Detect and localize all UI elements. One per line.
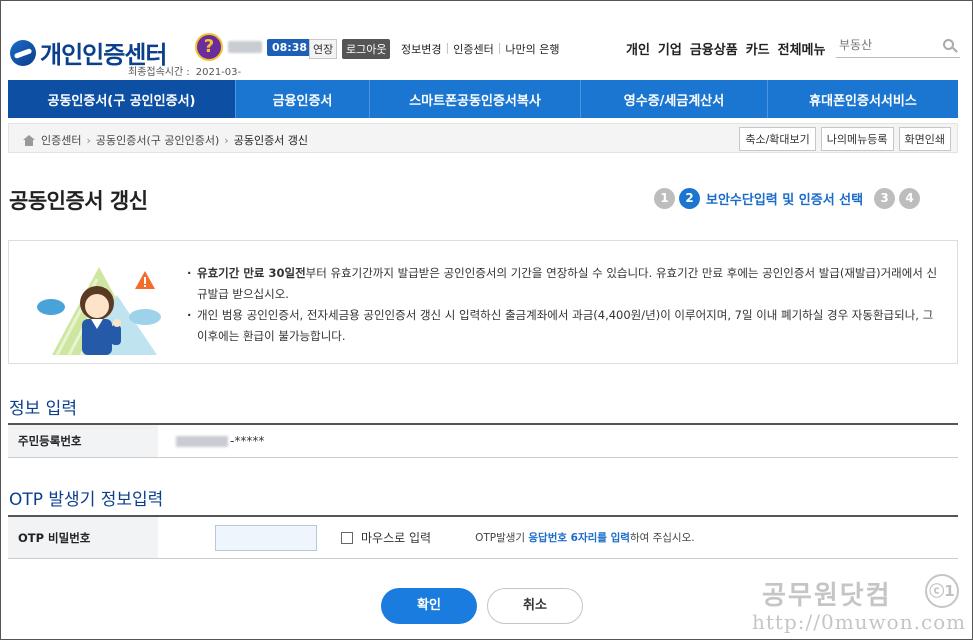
step-4: 4 — [899, 188, 921, 209]
customer-service-illustration — [37, 267, 161, 356]
main-nav: 공동인증서(구 공인인증서) 금융인증서 스마트폰공동인증서복사 영수증/세금계… — [8, 80, 958, 118]
checkbox-icon[interactable] — [341, 531, 353, 544]
breadcrumb-item[interactable]: 인증센터 — [41, 132, 81, 148]
current-step-label: 보안수단입력 및 인증서 선택 — [706, 193, 864, 208]
watermark-text: 공무원닷컴 — [762, 581, 892, 611]
top-menu-corporate[interactable]: 기업 — [658, 39, 682, 58]
notice-item: 유효기간 만료 30일전부터 유효기간까지 발급받은 공인인증서의 기간을 연장… — [187, 263, 947, 305]
user-name-blurred — [228, 41, 262, 53]
session-timer: 08:38 — [267, 39, 313, 56]
ssn-suffix: -***** — [230, 434, 265, 448]
otp-section-title: OTP 발생기 정보입력 — [9, 490, 164, 510]
help-icon[interactable]: ? — [195, 33, 223, 61]
top-menu-products[interactable]: 금융상품 — [690, 39, 738, 58]
step-2-current: 2 — [679, 188, 700, 209]
home-icon[interactable] — [23, 134, 35, 146]
mouse-input-checkbox[interactable]: 마우스로 입력 — [341, 529, 431, 546]
cancel-button[interactable]: 취소 — [487, 588, 583, 624]
top-menu-card[interactable]: 카드 — [746, 39, 770, 58]
extend-session-button[interactable]: 연장 — [309, 39, 338, 59]
otp-row: OTP 비밀번호 마우스로 입력 OTP발생기 응답번호 6자리를 입력하여 주… — [8, 515, 958, 559]
otp-help-emphasis: 응답번호 6자리를 입력 — [528, 532, 630, 544]
nav-smartphone-copy[interactable]: 스마트폰공동인증서복사 — [370, 80, 581, 118]
divider: | — [445, 41, 450, 54]
util-link-profile[interactable]: 정보변경 — [401, 41, 441, 57]
otp-help-suffix: 하여 주십시오. — [629, 532, 695, 544]
mouse-input-label: 마우스로 입력 — [361, 531, 432, 545]
util-link-cert-center[interactable]: 인증센터 — [453, 41, 493, 57]
info-section-title: 정보 입력 — [9, 399, 77, 419]
add-my-menu-button[interactable]: 나의메뉴등록 — [820, 127, 894, 151]
notice-box: 유효기간 만료 30일전부터 유효기간까지 발급받은 공인인증서의 기간을 연장… — [8, 240, 958, 364]
ssn-label: 주민등록번호 — [8, 425, 158, 457]
print-button[interactable]: 화면인쇄 — [898, 127, 951, 151]
ssn-blurred — [176, 435, 228, 447]
notice-text: 부터 유효기간까지 발급받은 공인인증서의 기간을 연장하실 수 있습니다. 유… — [197, 266, 938, 301]
logo-mark-icon — [10, 39, 36, 66]
breadcrumb-bar: 인증센터 › 공동인증서(구 공인인증서) › 공동인증서 갱신 축소/확대보기… — [8, 123, 958, 153]
step-1: 1 — [654, 188, 675, 209]
notice-list: 유효기간 만료 30일전부터 유효기간까지 발급받은 공인인증서의 기간을 연장… — [187, 263, 947, 347]
nav-mobile-cert[interactable]: 휴대폰인증서서비스 — [768, 80, 958, 118]
confirm-button[interactable]: 확인 — [381, 588, 477, 624]
watermark-url: http://0muwon.com — [752, 610, 967, 634]
otp-field-cell: 마우스로 입력 OTP발생기 응답번호 6자리를 입력하여 주십시오. — [158, 517, 958, 558]
zoom-button[interactable]: 축소/확대보기 — [739, 127, 816, 151]
otp-pw-label: OTP 비밀번호 — [8, 517, 158, 558]
top-menu-personal[interactable]: 개인 — [626, 39, 650, 58]
util-link-my-bank[interactable]: 나만의 은행 — [505, 41, 559, 57]
breadcrumb-buttons: 축소/확대보기 나의메뉴등록 화면인쇄 — [739, 127, 951, 151]
util-links: 정보변경 | 인증센터 | 나만의 은행 — [401, 41, 560, 57]
top-menu-all[interactable]: 전체메뉴 — [778, 39, 826, 58]
last-login-label: 최종접속시간 : — [128, 67, 190, 78]
top-menu: 개인 기업 금융상품 카드 전체메뉴 — [626, 39, 825, 58]
divider: | — [497, 41, 502, 54]
nav-joint-cert[interactable]: 공동인증서(구 공인인증서) — [8, 80, 236, 118]
breadcrumb-current: 공동인증서 갱신 — [233, 134, 309, 147]
watermark-logo: ⓒ1 — [925, 574, 959, 608]
logout-button[interactable]: 로그아웃 — [342, 39, 391, 59]
ssn-row: 주민등록번호 -***** — [8, 423, 958, 458]
notice-item: 개인 범용 공인인증서, 전자세금용 공인인증서 갱신 시 입력하신 출금계좌에… — [187, 305, 947, 347]
search-input[interactable] — [836, 34, 932, 56]
last-login-value: 2021-03- — [195, 67, 242, 78]
notice-emphasis: 유효기간 만료 30일전 — [197, 266, 306, 280]
breadcrumb: 인증센터 › 공동인증서(구 공인인증서) › 공동인증서 갱신 — [23, 132, 308, 148]
page-title: 공동인증서 갱신 — [9, 189, 148, 213]
chevron-right-icon: › — [224, 133, 229, 147]
search-icon[interactable] — [943, 39, 954, 50]
chevron-right-icon: › — [86, 133, 91, 147]
otp-help-prefix: OTP발생기 — [475, 532, 529, 544]
breadcrumb-item[interactable]: 공동인증서(구 공인인증서) — [96, 132, 219, 148]
nav-receipt[interactable]: 영수증/세금계산서 — [581, 80, 768, 118]
nav-financial-cert[interactable]: 금융인증서 — [236, 80, 370, 118]
search-box — [836, 34, 960, 58]
ssn-value: -***** — [158, 425, 958, 457]
otp-help-text: OTP발생기 응답번호 6자리를 입력하여 주십시오. — [475, 530, 695, 545]
last-login: 최종접속시간 : 2021-03- — [128, 63, 241, 78]
step-3: 3 — [874, 188, 896, 209]
otp-password-input[interactable] — [215, 524, 317, 551]
step-indicator: 1 2 보안수단입력 및 인증서 선택 3 4 — [654, 188, 921, 209]
